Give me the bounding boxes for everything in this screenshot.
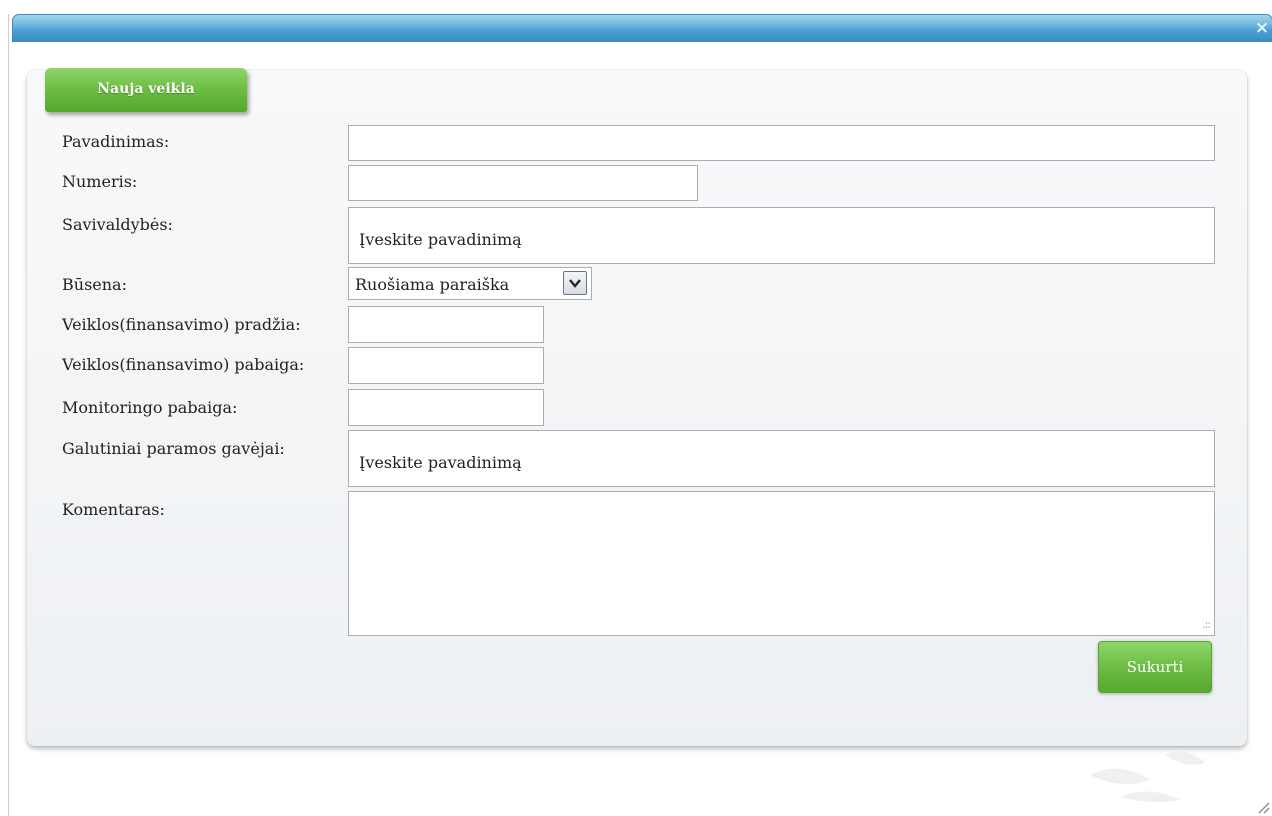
resize-grip-icon[interactable]: .::	[1202, 618, 1211, 631]
label-busena: Būsena:	[62, 275, 127, 294]
tab-nauja-veikla: Nauja veikla	[45, 68, 247, 112]
resize-corner-icon[interactable]	[1256, 800, 1270, 814]
numeris-input[interactable]	[348, 165, 698, 201]
pradzia-date-input[interactable]	[348, 306, 544, 343]
label-gavejai: Galutiniai paramos gavėjai:	[62, 439, 285, 458]
label-savivaldybes: Savivaldybės:	[62, 215, 173, 234]
busena-select[interactable]: Ruošiama paraiška	[348, 267, 592, 300]
label-pradzia: Veiklos(finansavimo) pradžia:	[62, 315, 301, 334]
gavejai-token-input[interactable]: Įveskite pavadinimą	[348, 430, 1215, 487]
monitoringo-pabaiga-input[interactable]	[348, 389, 544, 426]
savivaldybes-prompt: Įveskite pavadinimą	[359, 230, 522, 249]
dialog-titlebar[interactable]: ×	[12, 14, 1272, 42]
komentaras-textarea[interactable]: .::	[348, 491, 1215, 636]
label-komentaras: Komentaras:	[62, 500, 165, 519]
busena-selected-value: Ruošiama paraiška	[355, 275, 510, 294]
savivaldybes-token-input[interactable]: Įveskite pavadinimą	[348, 207, 1215, 264]
chevron-down-icon[interactable]	[563, 271, 587, 295]
close-icon[interactable]: ×	[1254, 19, 1270, 37]
leaf-decoration-icon	[1090, 751, 1205, 802]
label-pabaiga: Veiklos(finansavimo) pabaiga:	[62, 355, 305, 374]
pabaiga-date-input[interactable]	[348, 347, 544, 384]
label-pavadinimas: Pavadinimas:	[62, 132, 170, 151]
label-monitoringo-pabaiga: Monitoringo pabaiga:	[62, 398, 238, 417]
label-numeris: Numeris:	[62, 172, 138, 191]
gavejai-prompt: Įveskite pavadinimą	[359, 453, 522, 472]
sukurti-button[interactable]: Sukurti	[1098, 641, 1212, 693]
pavadinimas-input[interactable]	[348, 125, 1215, 161]
